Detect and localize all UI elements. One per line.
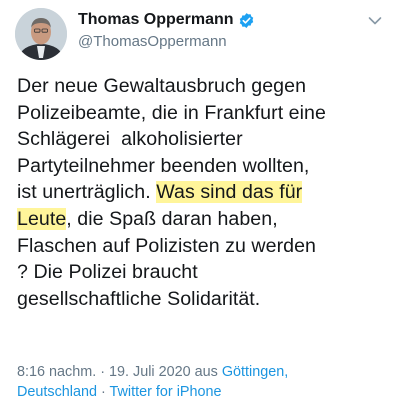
location-link[interactable]: Göttingen, (222, 364, 288, 380)
location-link[interactable]: Deutschland (17, 384, 97, 400)
tweet-line: ? Die Polizei braucht (17, 261, 198, 284)
tweet-line: gesellschaftliche Solidarität. (17, 287, 261, 310)
verified-badge-icon (238, 12, 255, 29)
avatar[interactable] (15, 8, 67, 60)
tweet-line: Partyteilnehmer beenden wollten, (17, 154, 310, 177)
tweet-meta: 8:16 nachm. · 19. Juli 2020 aus Göttinge… (17, 364, 289, 400)
tweet-line: ist unerträglich. Was sind das für (17, 181, 303, 204)
tweet-card: Thomas Oppermann @ThomasOppermann Der ne… (0, 0, 400, 403)
tweet-line: Der neue Gewaltausbruch gegen (17, 75, 307, 97)
source-link[interactable]: Twitter for iPhone (110, 384, 222, 400)
highlighted-text: Was sind das für (156, 181, 303, 204)
display-name[interactable]: Thomas Oppermann (78, 10, 234, 30)
tweet-time[interactable]: 8:16 nachm. (17, 364, 96, 380)
tweet-line: Flaschen auf Polizisten zu werden (17, 234, 316, 257)
user-handle[interactable]: @ThomasOppermann (78, 32, 227, 52)
tweet-line: Polizeibeamte, die in Frankfurt eine (17, 101, 326, 124)
chevron-down-icon[interactable] (368, 13, 382, 25)
highlighted-text: Leute (17, 207, 67, 230)
tweet-date[interactable]: 19. Juli 2020 (109, 364, 191, 380)
tweet-line: Leute, die Spaß daran haben, (17, 207, 278, 230)
name-row: Thomas Oppermann (78, 10, 255, 30)
tweet-line: Schlägerei alkoholisierter (17, 128, 243, 151)
tweet-text: Der neue Gewaltausbruch gegen Polizeibea… (17, 73, 392, 312)
